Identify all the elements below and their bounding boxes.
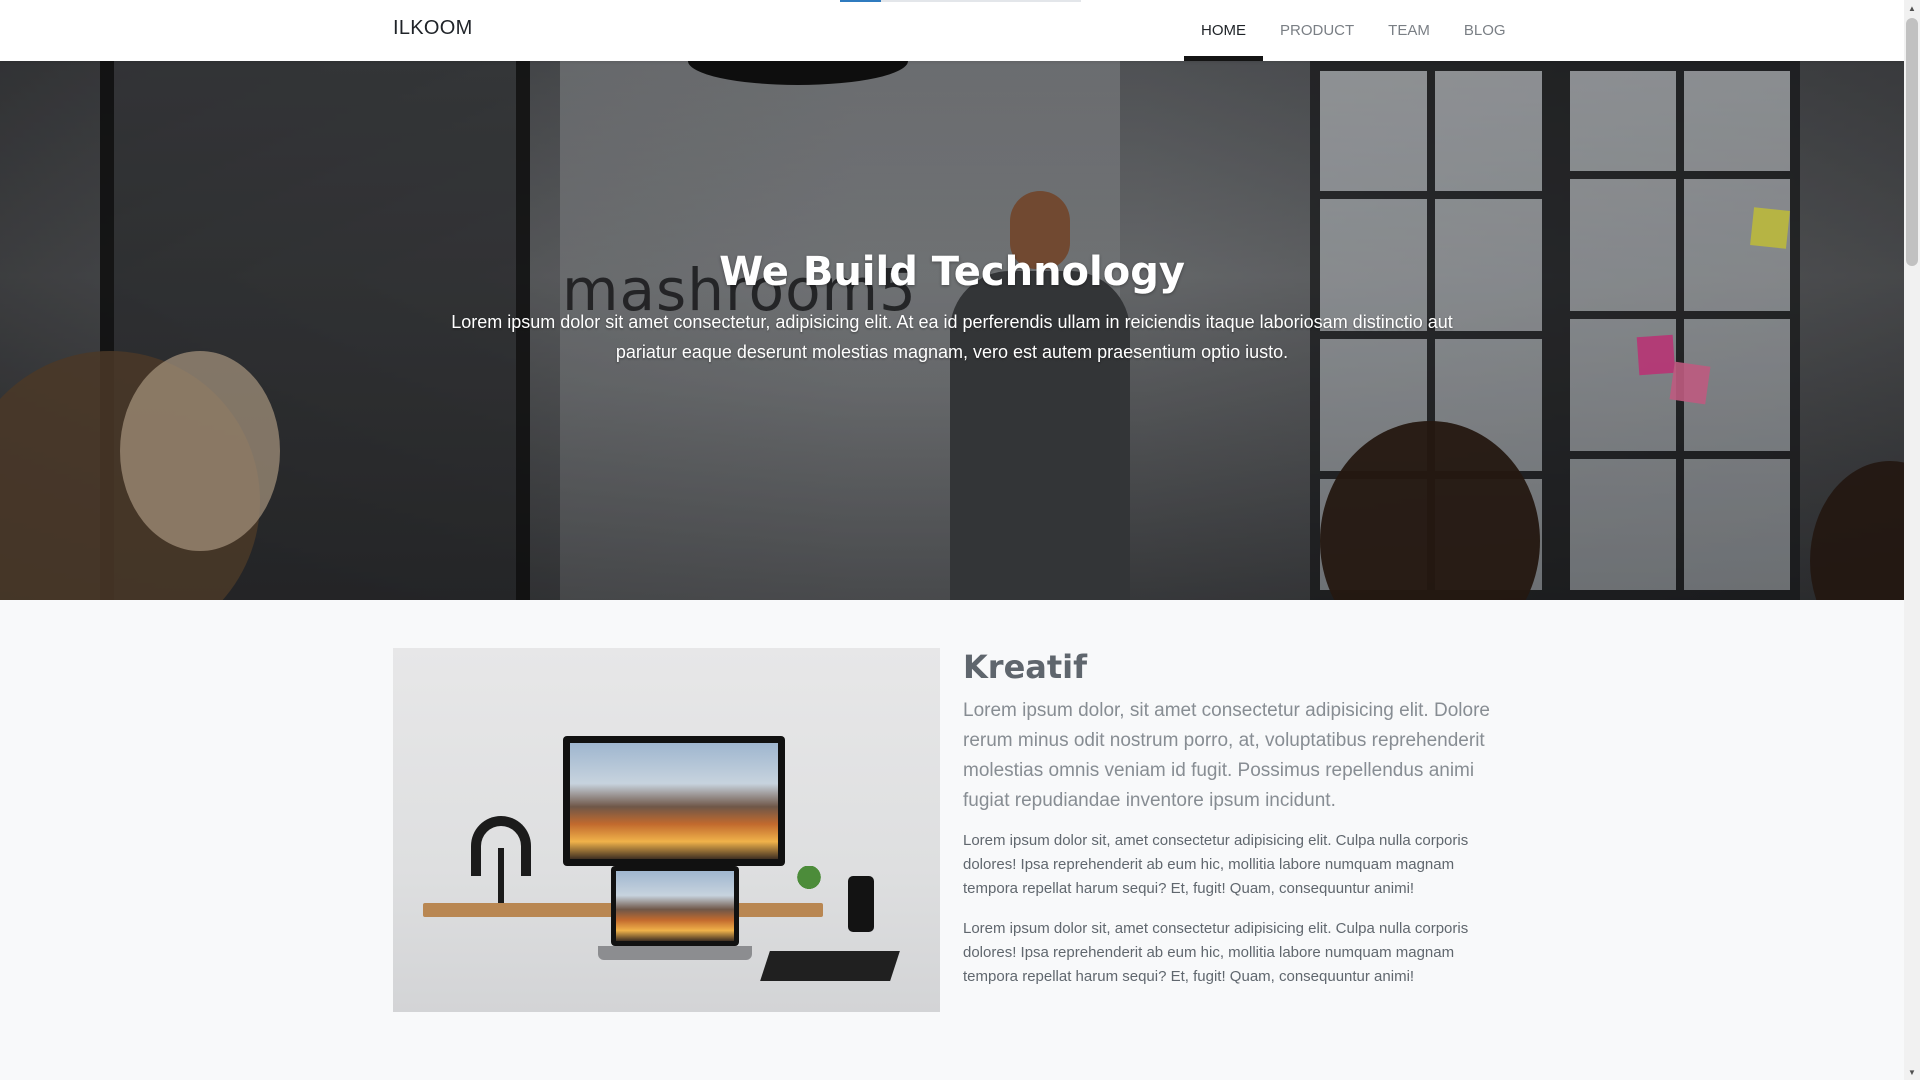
hero-jumbotron: mashroom5 We Build Technology Lorem ipsu… [0, 61, 1904, 600]
plant-icon [796, 866, 822, 894]
feature-section: Kreatif Lorem ipsum dolor, sit amet cons… [0, 600, 1904, 1080]
nav-link-team[interactable]: TEAM [1371, 0, 1447, 61]
nav-links: HOME PRODUCT TEAM BLOG [1184, 0, 1523, 61]
page-scrollbar[interactable]: ▲ ▼ [1904, 0, 1920, 1080]
hero-lead-text: Lorem ipsum dolor sit amet consectetur, … [451, 312, 1453, 362]
feature-lead-text: Lorem ipsum dolor, sit amet consectetur … [963, 700, 1490, 811]
phone-icon [848, 876, 874, 932]
scrollbar-thumb[interactable] [1906, 18, 1918, 266]
monitor-wallpaper [570, 743, 778, 859]
laptop-screen [611, 866, 739, 946]
laptop-base [598, 946, 752, 960]
triangle-up-icon[interactable]: ▲ [1904, 0, 1920, 16]
page-loading-bar-fill [840, 0, 881, 2]
hero-title: We Build Technology [719, 249, 1185, 295]
nav-link-blog[interactable]: BLOG [1447, 0, 1523, 61]
feature-paragraph: Lorem ipsum dolor sit, amet consectetur … [963, 832, 1469, 897]
page-loading-bar [840, 0, 1081, 2]
top-navbar: ILKOOM HOME PRODUCT TEAM BLOG [0, 0, 1904, 61]
brand-logo[interactable]: ILKOOM [393, 17, 473, 40]
feature-paragraph: Lorem ipsum dolor sit, amet consectetur … [963, 920, 1469, 985]
workspace-product-image [393, 648, 940, 1012]
triangle-down-icon[interactable]: ▼ [1904, 1064, 1920, 1080]
laptop-wallpaper [616, 871, 734, 941]
desktop-monitor [563, 736, 785, 866]
nav-link-product[interactable]: PRODUCT [1263, 0, 1371, 61]
mousepad [760, 951, 900, 981]
nav-link-home[interactable]: HOME [1184, 0, 1263, 61]
headphone-stand [498, 848, 504, 910]
feature-title: Kreatif [963, 648, 1088, 686]
